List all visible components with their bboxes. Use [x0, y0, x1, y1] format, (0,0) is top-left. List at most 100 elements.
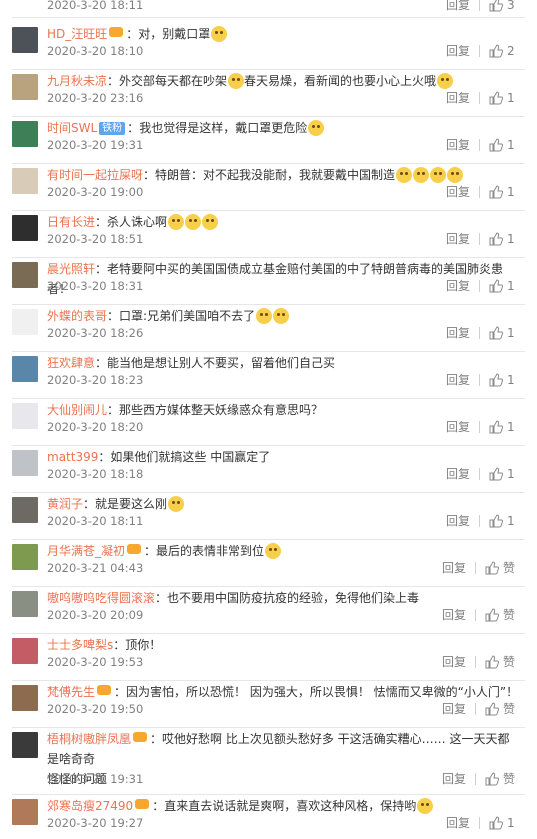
- thumb-up-icon[interactable]: [489, 326, 503, 340]
- reply-button[interactable]: 回复: [446, 467, 470, 481]
- comment-username[interactable]: 黄润子: [47, 497, 83, 511]
- reply-button[interactable]: 回复: [446, 44, 470, 58]
- avatar[interactable]: [12, 591, 38, 617]
- reply-button[interactable]: 回复: [446, 185, 470, 199]
- emoji-icon: [256, 308, 273, 324]
- comment-time: 2020-3-20 19:31: [47, 138, 144, 152]
- thumb-up-icon[interactable]: [489, 514, 503, 528]
- comment-username[interactable]: 日有长进: [47, 215, 95, 229]
- thumb-up-icon[interactable]: [489, 91, 503, 105]
- reply-button[interactable]: 回复: [446, 514, 470, 528]
- comment-separator: ：: [95, 356, 108, 370]
- thumb-up-icon[interactable]: [489, 44, 503, 58]
- thumb-up-icon[interactable]: [489, 467, 503, 481]
- thumb-up-icon[interactable]: [489, 279, 503, 293]
- comment-username[interactable]: 狂欢肆意: [47, 356, 95, 370]
- thumb-up-icon[interactable]: [489, 138, 503, 152]
- comment-username[interactable]: 嗷呜嗷呜吃得圆滚滚: [47, 591, 155, 605]
- comment-username[interactable]: 月华满苍_凝初: [47, 544, 125, 558]
- comment-text: 顶你！: [125, 638, 162, 652]
- comment-username[interactable]: 时间SWL: [47, 121, 97, 135]
- comment-time: 2020-3-20 18:31: [47, 279, 144, 293]
- comment-time: 2020-3-20 23:16: [47, 91, 144, 105]
- avatar[interactable]: [12, 168, 38, 194]
- avatar[interactable]: [12, 544, 38, 570]
- comment-username[interactable]: 晨光照轩: [47, 262, 95, 276]
- avatar[interactable]: [12, 121, 38, 147]
- reply-button[interactable]: 回复: [442, 608, 466, 622]
- comment-actions: 回复 赞: [442, 702, 515, 716]
- comment-username[interactable]: 郊寒岛瘦27490: [47, 799, 133, 813]
- comment-body: 有时间一起拉屎呀：特朗普：对不起我没能耐，我就要戴中国制造: [47, 165, 519, 185]
- thumb-up-icon[interactable]: [489, 185, 503, 199]
- reply-button[interactable]: 回复: [446, 373, 470, 387]
- comment-separator: ：: [150, 732, 163, 746]
- comment-body: 梵傅先生 ：因为害怕，所以恐慌！ 因为强大，所以畏惧！ 怯懦而又卑微的“小人门”！: [47, 682, 519, 702]
- comment-item: 郊寒岛瘦27490 ：直来直去说话就是爽啊，喜欢这种风格，保持哟 2020-3-20…: [0, 798, 537, 839]
- thumb-up-icon[interactable]: [485, 561, 499, 575]
- avatar[interactable]: [12, 403, 38, 429]
- comment-username[interactable]: 外蝶的表哥: [47, 309, 107, 323]
- reply-button[interactable]: 回复: [446, 326, 470, 340]
- avatar[interactable]: [12, 74, 38, 100]
- comment-body: 月华满苍_凝初 ：最后的表情非常到位: [47, 541, 519, 561]
- emoji-icon: [437, 73, 454, 89]
- comment-item: matt399：如果他们就搞这些 中国赢定了 2020-3-20 18:18 回复 1: [0, 450, 537, 497]
- comment-item: 九月秋未凉：外交部每天都在吵架 春天易燥，看新闻的也要小心上火哦 2020-3-20…: [0, 73, 537, 121]
- comment-text: 口罩:兄弟们美国咱不去了: [119, 309, 256, 323]
- comment-item: HD_汪旺旺 ：对，别戴口罩 2020-3-20 18:10 回复 2: [0, 26, 537, 74]
- comment-text-more: 春天易燥，看新闻的也要小心上火哦: [244, 74, 437, 88]
- comment-username[interactable]: matt399: [47, 450, 98, 464]
- avatar[interactable]: [12, 27, 38, 53]
- avatar[interactable]: [12, 799, 38, 825]
- reply-button[interactable]: 回复: [446, 232, 470, 246]
- reply-button[interactable]: 回复: [442, 702, 466, 716]
- reply-button[interactable]: 回复: [446, 279, 470, 293]
- reply-button[interactable]: 回复: [446, 816, 470, 830]
- avatar[interactable]: [12, 497, 38, 523]
- comment-username[interactable]: 士士多啤梨s: [47, 638, 113, 652]
- thumb-up-icon[interactable]: [485, 655, 499, 669]
- avatar[interactable]: [12, 638, 38, 664]
- comment-text: 那些西方媒体整天妖缘惑众有意思吗？: [119, 403, 324, 417]
- comment-text: 如果他们就搞这些 中国赢定了: [110, 450, 271, 464]
- comment-username[interactable]: 梵傅先生: [47, 685, 95, 699]
- thumb-up-icon[interactable]: [489, 373, 503, 387]
- comment-separator: ：: [114, 685, 127, 699]
- comment-body: 日有长进：杀人诛心啊: [47, 212, 519, 232]
- avatar[interactable]: [12, 450, 38, 476]
- reply-button[interactable]: 回复: [442, 772, 466, 786]
- comment-username[interactable]: HD_汪旺旺: [47, 27, 107, 41]
- thumb-up-icon[interactable]: [489, 0, 503, 12]
- avatar[interactable]: [12, 262, 38, 288]
- comment-username[interactable]: 梧桐树嗷胖凤凰: [47, 732, 131, 746]
- like-count: 赞: [502, 702, 515, 716]
- avatar[interactable]: [12, 215, 38, 241]
- emoji-icon: [265, 543, 282, 559]
- avatar[interactable]: [12, 732, 38, 758]
- reply-button[interactable]: 回复: [442, 655, 466, 669]
- reply-button[interactable]: 回复: [446, 91, 470, 105]
- thumb-up-icon[interactable]: [485, 608, 499, 622]
- avatar[interactable]: [12, 685, 38, 711]
- comment-username[interactable]: 有时间一起拉屎呀: [47, 168, 143, 182]
- comment-actions: 回复 1: [446, 467, 515, 481]
- comment-time: 2020-3-20 18:10: [47, 44, 144, 58]
- reply-button[interactable]: 回复: [446, 0, 470, 12]
- avatar[interactable]: [12, 356, 38, 382]
- thumb-up-icon[interactable]: [485, 702, 499, 716]
- thumb-up-icon[interactable]: [485, 772, 499, 786]
- reply-button[interactable]: 回复: [446, 420, 470, 434]
- thumb-up-icon[interactable]: [489, 420, 503, 434]
- comment-username[interactable]: 大仙别闹儿: [47, 403, 107, 417]
- comment-separator: ：: [83, 497, 96, 511]
- reply-button[interactable]: 回复: [442, 561, 466, 575]
- reply-button[interactable]: 回复: [446, 138, 470, 152]
- comment-text: 我也觉得是这样，戴口罩更危险: [139, 121, 308, 135]
- avatar[interactable]: [12, 309, 38, 335]
- comment-time: 2020-3-20 18:11: [47, 0, 144, 12]
- thumb-up-icon[interactable]: [489, 816, 503, 830]
- thumb-up-icon[interactable]: [489, 232, 503, 246]
- comment-username[interactable]: 九月秋未凉: [47, 74, 107, 88]
- comment-body: 时间SWL 铁粉 ：我也觉得是这样，戴口罩更危险: [47, 118, 519, 138]
